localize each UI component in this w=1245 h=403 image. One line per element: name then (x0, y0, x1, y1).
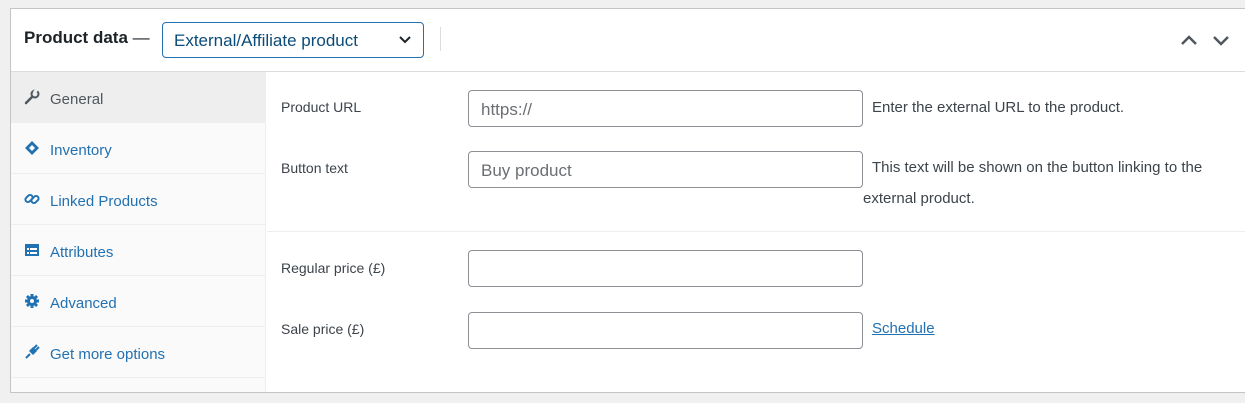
tag-icon (24, 140, 40, 156)
move-down-button[interactable] (1210, 30, 1232, 50)
tab-linked-products[interactable]: Linked Products (11, 174, 265, 225)
tab-general[interactable]: General (11, 72, 265, 123)
product-url-input[interactable]: https:// (468, 90, 863, 127)
title-dash: — (132, 28, 150, 47)
button-text-label: Button text (281, 160, 348, 176)
panel-title-text: Product data (24, 28, 128, 47)
product-data-panel: Product data — External/Affiliate produc… (10, 8, 1245, 393)
panel-title: Product data — (24, 28, 150, 48)
tab-inventory[interactable]: Inventory (11, 123, 265, 174)
chevron-down-icon (1213, 36, 1229, 46)
button-text-description-line1: This text will be shown on the button li… (872, 159, 1203, 176)
tab-label: Linked Products (50, 193, 158, 210)
link-icon (24, 191, 40, 207)
sale-price-input[interactable] (468, 312, 863, 349)
tab-label: Get more options (50, 346, 166, 363)
schedule-link[interactable]: Schedule (872, 320, 935, 337)
product-type-value: External/Affiliate product (174, 31, 358, 50)
product-url-placeholder: https:// (481, 100, 533, 119)
product-data-tabs: General Inventory Linked Products Attrib… (11, 72, 266, 392)
general-options-panel: Product URL https:// Enter the external … (267, 72, 1245, 392)
wrench-icon (24, 88, 40, 105)
tab-get-more-options[interactable]: Get more options (11, 327, 265, 378)
move-up-button[interactable] (1178, 30, 1200, 50)
list-icon (24, 242, 40, 258)
gear-icon (24, 293, 40, 309)
panel-header: Product data — External/Affiliate produc… (11, 9, 1245, 72)
button-text-input[interactable]: Buy product (468, 151, 863, 188)
product-type-select[interactable]: External/Affiliate product (162, 22, 424, 58)
button-text-description-line2: external product. (863, 190, 975, 207)
header-divider (440, 27, 441, 51)
product-url-description: Enter the external URL to the product. (872, 99, 1125, 116)
product-url-label: Product URL (281, 99, 362, 115)
sale-price-label: Sale price (£) (281, 321, 365, 337)
button-text-placeholder: Buy product (481, 161, 572, 180)
regular-price-input[interactable] (468, 250, 863, 287)
plugin-icon (24, 344, 40, 360)
regular-price-label: Regular price (£) (281, 260, 386, 276)
tab-label: General (50, 91, 104, 108)
chevron-up-icon (1181, 35, 1197, 45)
section-divider (267, 231, 1245, 232)
tab-attributes[interactable]: Attributes (11, 225, 265, 276)
tab-label: Attributes (50, 244, 114, 261)
tab-label: Inventory (50, 142, 112, 159)
tab-label: Advanced (50, 295, 117, 312)
chevron-down-icon (397, 32, 413, 53)
tab-advanced[interactable]: Advanced (11, 276, 265, 327)
